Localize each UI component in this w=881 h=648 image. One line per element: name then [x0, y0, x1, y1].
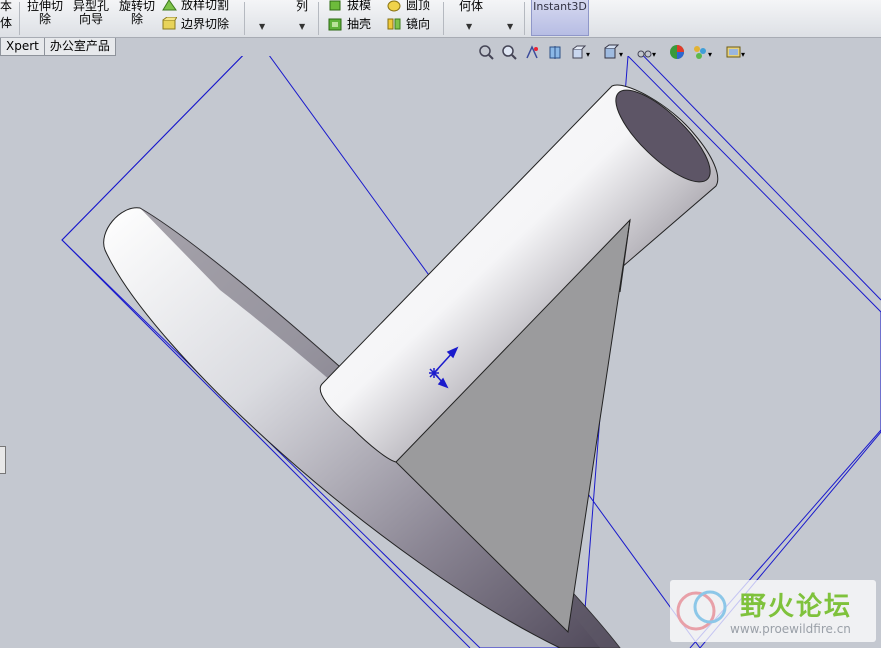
- toolbar-separator: [318, 2, 319, 35]
- mirror-icon: [387, 17, 402, 31]
- extrude-cut-button[interactable]: 拉伸切 除: [24, 0, 66, 26]
- reference-geometry-button[interactable]: 何体: [454, 0, 488, 13]
- pattern-label: 列: [295, 0, 308, 13]
- hole-wizard-button[interactable]: 异型孔 向导: [70, 0, 112, 26]
- mirror-label: 镜向: [406, 17, 431, 31]
- toolbar-partial-button[interactable]: 本 体: [0, 0, 12, 30]
- watermark-title: 野火论坛: [740, 592, 853, 622]
- shell-button[interactable]: 抽壳: [328, 15, 371, 32]
- forum-watermark: 野火论坛 www.proewildfire.cn: [670, 580, 876, 642]
- command-manager-tabs: Xpert 办公室产品: [0, 38, 116, 56]
- boundary-cut-label: 边界切除: [181, 17, 230, 31]
- shell-icon: [328, 17, 343, 31]
- chevron-down-icon[interactable]: ▼: [299, 22, 305, 31]
- tab-office-products[interactable]: 办公室产品: [43, 38, 116, 56]
- dome-button[interactable]: 圆顶: [387, 0, 430, 13]
- loft-cut-button[interactable]: 放样切割: [162, 0, 229, 13]
- chevron-down-icon[interactable]: ▼: [466, 22, 472, 31]
- loft-cut-icon: [162, 0, 177, 12]
- panel-resize-handle[interactable]: [0, 446, 6, 474]
- dome-label: 圆顶: [406, 0, 431, 12]
- dome-icon: [387, 0, 402, 12]
- loft-cut-label: 放样切割: [181, 0, 230, 12]
- toolbar-separator: [443, 2, 444, 35]
- boundary-cut-icon: [162, 16, 178, 31]
- chevron-down-icon[interactable]: ▼: [507, 22, 513, 31]
- toolbar-separator: [244, 2, 245, 35]
- revolve-cut-button[interactable]: 旋转切 除: [116, 0, 158, 26]
- draft-label: 拔模: [347, 0, 372, 12]
- reference-geometry-label: 何体: [458, 0, 483, 13]
- boundary-cut-button[interactable]: 边界切除: [162, 15, 229, 32]
- shell-label: 抽壳: [347, 17, 372, 31]
- partial-label-bottom: 体: [0, 16, 13, 30]
- toolbar-separator: [524, 2, 525, 35]
- watermark-url: www.proewildfire.cn: [730, 622, 851, 636]
- revolve-cut-label-2: 除: [130, 12, 143, 26]
- partial-label-top: 本: [0, 0, 13, 13]
- toolbar-separator: [19, 2, 20, 35]
- model-canvas: [61, 56, 881, 648]
- draft-icon: [328, 0, 343, 12]
- graphics-area[interactable]: 野火论坛 www.proewildfire.cn: [0, 56, 881, 648]
- instant3d-label: Instant3D: [533, 0, 587, 13]
- pattern-button[interactable]: 列: [292, 0, 312, 13]
- extrude-cut-label-2: 除: [38, 12, 51, 26]
- tab-xpert[interactable]: Xpert: [0, 38, 45, 56]
- chevron-down-icon[interactable]: ▼: [259, 22, 265, 31]
- forum-logo-icon: [676, 590, 727, 631]
- features-toolbar: 本 体 拉伸切 除 异型孔 向导 旋转切 除 放样切割 边界切除 ▼ 列 ▼ 拔…: [0, 0, 881, 38]
- draft-button[interactable]: 拔模: [328, 0, 371, 13]
- hole-wizard-label-2: 向导: [78, 12, 103, 26]
- instant3d-button[interactable]: Instant3D: [531, 0, 589, 36]
- mirror-button[interactable]: 镜向: [387, 15, 430, 32]
